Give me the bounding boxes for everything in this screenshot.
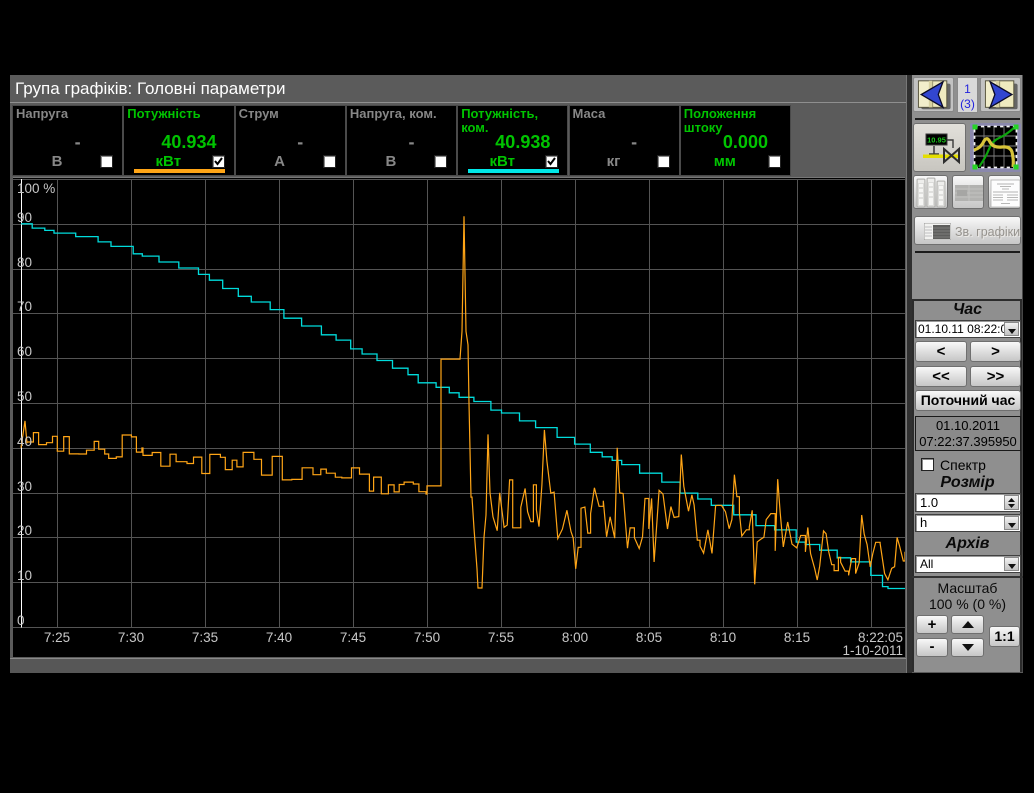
svg-text:10.95: 10.95: [927, 136, 946, 145]
